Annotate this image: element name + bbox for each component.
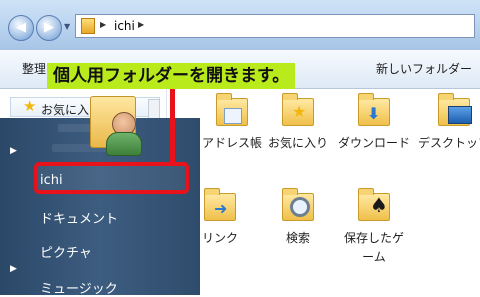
- start-menu-item-pictures[interactable]: ピクチャ: [40, 242, 92, 261]
- folder-icon: [81, 18, 95, 34]
- star-icon: ★: [23, 97, 37, 115]
- user-account-picture[interactable]: [88, 88, 150, 158]
- favorites-label: お気に入: [41, 103, 90, 117]
- downloads-folder-icon: ⬇: [354, 92, 394, 132]
- explorer-titlebar: ◀ ▶ ▼ ▶ ichi ▶: [0, 0, 480, 50]
- breadcrumb-ichi[interactable]: ichi: [114, 19, 135, 33]
- breadcrumb-separator-icon[interactable]: ▶: [138, 20, 144, 29]
- item-saved-games[interactable]: ♠ 保存したゲーム: [338, 187, 410, 267]
- recent-pages-dropdown[interactable]: ▼: [64, 22, 70, 31]
- contacts-folder-icon: [212, 92, 252, 132]
- callout-label: 個人用フォルダーを開きます。: [47, 63, 296, 89]
- back-button[interactable]: ◀: [8, 15, 34, 41]
- item-label: 保存したゲーム: [343, 231, 404, 264]
- address-bar[interactable]: ▶ ichi ▶: [75, 14, 475, 38]
- forward-button[interactable]: ▶: [36, 15, 62, 41]
- new-folder-label: 新しいフォルダー: [376, 62, 473, 76]
- item-contacts[interactable]: アドレス帳: [196, 92, 268, 153]
- start-menu-item-documents[interactable]: ドキュメント: [40, 208, 118, 227]
- highlight-box: [34, 162, 189, 194]
- start-menu-item-music[interactable]: ミュージック: [40, 278, 118, 297]
- favorites-folder-icon: ★: [278, 92, 318, 132]
- desktop-folder-icon: [434, 92, 474, 132]
- item-label: ダウンロード: [338, 136, 411, 150]
- chevron-right-icon[interactable]: ▶: [10, 146, 17, 156]
- new-folder-button[interactable]: 新しいフォルダー: [376, 60, 472, 77]
- user-body-icon: [106, 132, 142, 156]
- saved-games-folder-icon: ♠: [354, 187, 394, 227]
- item-desktop[interactable]: デスクトップ: [418, 92, 480, 153]
- searches-folder-icon: [278, 187, 318, 227]
- callout-pointer: [170, 86, 175, 164]
- item-label: 検索: [285, 231, 310, 245]
- links-folder-icon: ➜: [200, 187, 240, 227]
- organize-label: 整理: [22, 62, 47, 76]
- item-label: デスクトップ: [418, 136, 480, 150]
- item-searches[interactable]: 検索: [262, 187, 334, 248]
- item-label: お気に入り: [267, 136, 328, 150]
- item-downloads[interactable]: ⬇ ダウンロード: [338, 92, 410, 153]
- item-favorites[interactable]: ★ お気に入り: [262, 92, 334, 153]
- breadcrumb-separator-icon[interactable]: ▶: [100, 20, 106, 29]
- organize-button[interactable]: 整理: [22, 60, 46, 77]
- chevron-right-icon[interactable]: ▶: [10, 264, 17, 274]
- item-label: アドレス帳: [201, 136, 262, 150]
